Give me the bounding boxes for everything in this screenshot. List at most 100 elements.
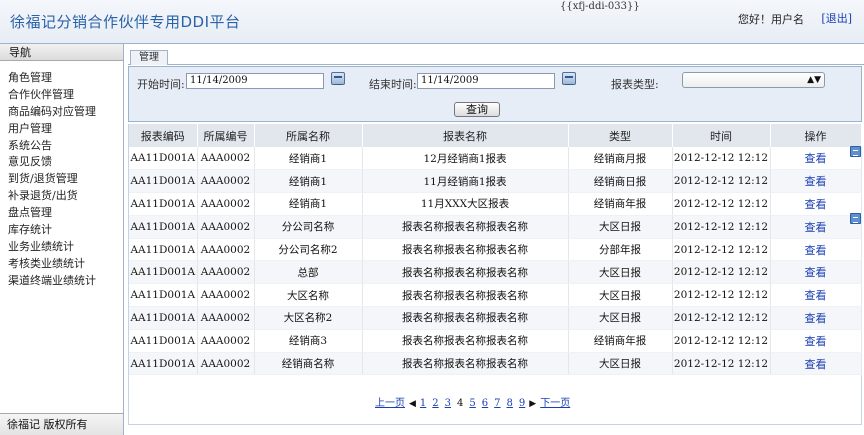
table-cell-type: 大区日报 — [568, 283, 673, 308]
table-cell-action: 查看 — [770, 147, 862, 171]
sidebar-item[interactable]: 意见反馈 — [8, 153, 123, 170]
page-link[interactable]: 5 — [469, 398, 475, 409]
query-button[interactable]: 查询 — [454, 102, 500, 117]
table-cell-time: 2012-12-12 12:12 — [672, 283, 771, 308]
column-header: 报表名称 — [362, 124, 569, 147]
sidebar-item[interactable]: 业务业绩统计 — [8, 238, 123, 255]
sidebar-item[interactable]: 补录退货/出货 — [8, 187, 123, 204]
sidebar-item[interactable]: 角色管理 — [8, 69, 123, 86]
table-cell-code: AA11D001A — [129, 329, 198, 353]
report-type-select[interactable]: ▲▼ — [682, 72, 825, 88]
table-cell-owner-name: 经销商3 — [254, 329, 363, 353]
sidebar-item[interactable]: 用户管理 — [8, 120, 123, 137]
table-cell-type: 经销商日报 — [568, 169, 673, 194]
page-link[interactable]: 3 — [445, 398, 451, 409]
table-cell-owner-name: 分公司名称2 — [254, 238, 363, 262]
table-header-row: 报表编码 所属编号 所属名称 报表名称 类型 时间 操作 — [129, 124, 862, 147]
prev-page-link[interactable]: 上一页 — [375, 398, 405, 409]
table-cell-time: 2012-12-12 12:12 — [672, 238, 771, 262]
sidebar-item[interactable]: 渠道终端业绩统计 — [8, 272, 123, 289]
table-cell-report: 报表名称报表名称报表名称 — [362, 238, 569, 262]
sidebar-item[interactable]: 合作伙伴管理 — [8, 86, 123, 103]
table-cell-code: AA11D001A — [129, 283, 198, 308]
table-cell-time: 2012-12-12 12:12 — [672, 260, 771, 285]
table-cell-owner-no: AAA0002 — [197, 147, 255, 171]
table-cell-time: 2012-12-12 12:12 — [672, 169, 771, 194]
main-content: 管理 开始时间: 11/14/2009 结束时间: 11/14/2009 报表类… — [128, 48, 864, 435]
page-link[interactable]: 6 — [482, 398, 488, 409]
header: 徐福记分销合作伙伴专用DDI平台 {{xfj-ddi-033}} 您好！用户名 … — [0, 0, 864, 44]
page-link[interactable]: 1 — [420, 398, 426, 409]
table-cell-owner-no: AAA0002 — [197, 215, 255, 239]
table-cell-code: AA11D001A — [129, 215, 198, 239]
table-cell-report: 报表名称报表名称报表名称 — [362, 329, 569, 353]
view-link[interactable]: 查看 — [805, 266, 827, 279]
table-cell-time: 2012-12-12 12:12 — [672, 147, 771, 171]
logout-link[interactable]: [退出] — [821, 10, 852, 26]
table-cell-owner-name: 经销商1 — [254, 169, 363, 194]
table-cell-code: AA11D001A — [129, 147, 198, 171]
start-time-input[interactable]: 11/14/2009 — [186, 73, 324, 89]
nav-heading: 导航 — [0, 44, 123, 61]
table-cell-owner-no: AAA0002 — [197, 192, 255, 216]
table-cell-action: 查看 — [770, 329, 862, 353]
view-link[interactable]: 查看 — [805, 312, 827, 325]
page-link[interactable]: 2 — [432, 398, 438, 409]
table-cell-owner-no: AAA0002 — [197, 238, 255, 262]
nav-list: 角色管理 合作伙伴管理 商品编码对应管理 用户管理 系统公告 意见反馈 到货/退货管理 补录退… — [0, 61, 123, 289]
column-header: 操作 — [770, 124, 862, 147]
table-row: AA11D001A AAA0002 总部 报表名称报表名称报表名称 大区日报 2012-1… — [129, 260, 862, 285]
list-icon[interactable] — [850, 213, 861, 224]
view-link[interactable]: 查看 — [805, 358, 827, 371]
table-cell-action: 查看 — [770, 352, 862, 376]
table-cell-type: 经销商年报 — [568, 329, 673, 353]
arrow-left-icon: ◀ — [409, 399, 416, 409]
filter-panel: 开始时间: 11/14/2009 结束时间: 11/14/2009 报表类型: … — [128, 66, 862, 122]
view-link[interactable]: 查看 — [805, 289, 827, 302]
sidebar-item[interactable]: 系统公告 — [8, 137, 123, 154]
end-time-input[interactable]: 11/14/2009 — [417, 73, 555, 89]
current-page: 4 — [457, 398, 464, 409]
sidebar-item[interactable]: 盘点管理 — [8, 204, 123, 221]
report-type-label: 报表类型: — [611, 78, 659, 91]
table-row: AA11D001A AAA0002 分公司名称 报表名称报表名称报表名称 大区日报 201… — [129, 215, 862, 239]
view-link[interactable]: 查看 — [805, 244, 827, 257]
column-header: 所属编号 — [197, 124, 255, 147]
list-icon[interactable] — [850, 146, 861, 157]
calendar-icon[interactable] — [562, 72, 576, 85]
table-body: AA11D001A AAA0002 经销商1 12月经销商1报表 经销商月报 2012-1… — [129, 147, 862, 376]
view-link[interactable]: 查看 — [805, 175, 827, 188]
pagination: 上一页 ◀ 1 2 3 4 5 6 7 8 9 ▶ 下一页 — [372, 394, 573, 409]
report-table: 报表编码 所属编号 所属名称 报表名称 类型 时间 操作 AA11D001A AAA0002 经… — [129, 124, 862, 376]
table-cell-type: 经销商年报 — [568, 192, 673, 216]
table-cell-code: AA11D001A — [129, 238, 198, 262]
next-page-link[interactable]: 下一页 — [540, 398, 570, 409]
sidebar-item[interactable]: 库存统计 — [8, 221, 123, 238]
tab-manage[interactable]: 管理 — [130, 50, 168, 65]
table-cell-action: 查看 — [770, 192, 862, 216]
sidebar-item[interactable]: 到货/退货管理 — [8, 170, 123, 187]
sidebar-item[interactable]: 考核类业绩统计 — [8, 255, 123, 272]
table-row: AA11D001A AAA0002 经销商1 11月经销商1报表 经销商日报 2012-1… — [129, 169, 862, 194]
view-link[interactable]: 查看 — [805, 198, 827, 211]
page-link[interactable]: 9 — [519, 398, 525, 409]
table-cell-owner-name: 总部 — [254, 260, 363, 285]
table-row: AA11D001A AAA0002 大区名称 报表名称报表名称报表名称 大区日报 2012… — [129, 283, 862, 308]
table-cell-time: 2012-12-12 12:12 — [672, 215, 771, 239]
table-cell-code: AA11D001A — [129, 260, 198, 285]
table-cell-owner-name: 分公司名称 — [254, 215, 363, 239]
table-cell-report: 报表名称报表名称报表名称 — [362, 260, 569, 285]
view-link[interactable]: 查看 — [805, 221, 827, 234]
view-link[interactable]: 查看 — [805, 335, 827, 348]
end-time-label: 结束时间: — [369, 78, 417, 91]
view-link[interactable]: 查看 — [805, 152, 827, 165]
table-cell-type: 分部年报 — [568, 238, 673, 262]
sidebar-item[interactable]: 商品编码对应管理 — [8, 103, 123, 120]
table-cell-action: 查看 — [770, 306, 862, 330]
calendar-icon[interactable] — [331, 72, 345, 85]
table-cell-time: 2012-12-12 12:12 — [672, 329, 771, 353]
table-cell-report: 报表名称报表名称报表名称 — [362, 215, 569, 239]
page-link[interactable]: 8 — [507, 398, 513, 409]
table-cell-owner-no: AAA0002 — [197, 352, 255, 376]
page-link[interactable]: 7 — [494, 398, 500, 409]
